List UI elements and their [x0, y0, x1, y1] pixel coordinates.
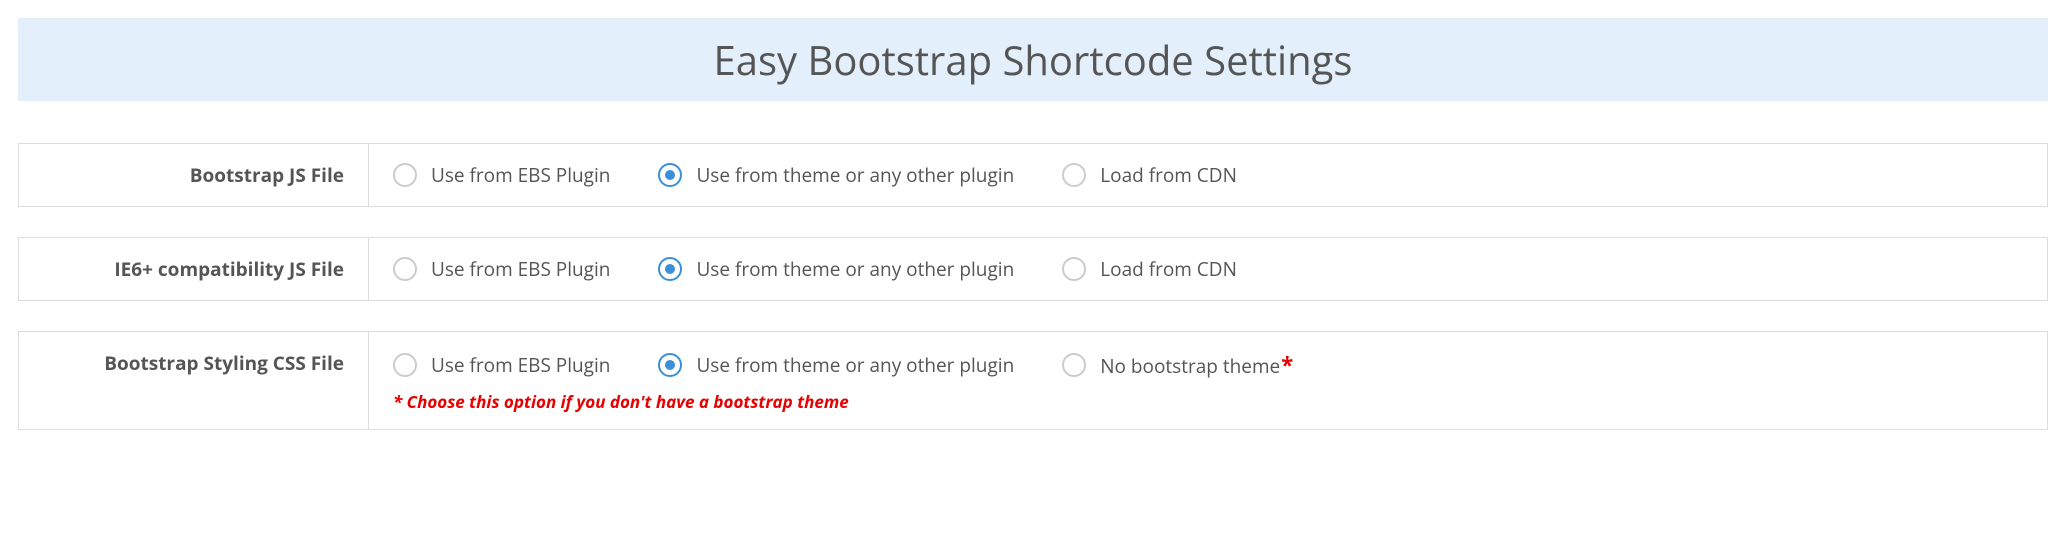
setting-options: Use from EBS Plugin Use from theme or an…	[369, 238, 2047, 300]
radio-option-ebs-plugin[interactable]: Use from EBS Plugin	[393, 162, 610, 188]
radio-icon	[658, 353, 682, 377]
title-banner: Easy Bootstrap Shortcode Settings	[18, 18, 2048, 101]
setting-row-bootstrap-css: Bootstrap Styling CSS File Use from EBS …	[18, 331, 2048, 430]
asterisk-icon: *	[1281, 350, 1293, 380]
radio-icon	[658, 163, 682, 187]
setting-label: Bootstrap Styling CSS File	[19, 332, 369, 429]
options-row: Use from EBS Plugin Use from theme or an…	[393, 162, 2023, 188]
setting-label: IE6+ compatibility JS File	[19, 238, 369, 300]
radio-option-cdn[interactable]: Load from CDN	[1062, 162, 1237, 188]
radio-icon	[1062, 353, 1086, 377]
radio-icon	[393, 257, 417, 281]
radio-icon	[1062, 163, 1086, 187]
setting-options: Use from EBS Plugin Use from theme or an…	[369, 332, 2047, 429]
page-title: Easy Bootstrap Shortcode Settings	[18, 32, 2048, 87]
option-label: Load from CDN	[1100, 256, 1237, 282]
option-label: Use from theme or any other plugin	[696, 352, 1014, 378]
footnote-text: * Choose this option if you don't have a…	[393, 390, 2023, 413]
setting-label: Bootstrap JS File	[19, 144, 369, 206]
radio-option-ebs-plugin[interactable]: Use from EBS Plugin	[393, 352, 610, 378]
option-label: Use from theme or any other plugin	[696, 162, 1014, 188]
setting-label-text: Bootstrap JS File	[190, 162, 344, 188]
radio-option-no-theme[interactable]: No bootstrap theme*	[1062, 350, 1293, 380]
setting-row-ie6-compat: IE6+ compatibility JS File Use from EBS …	[18, 237, 2048, 301]
option-label: Use from theme or any other plugin	[696, 256, 1014, 282]
option-label: Load from CDN	[1100, 162, 1237, 188]
option-label: Use from EBS Plugin	[431, 352, 610, 378]
options-row: Use from EBS Plugin Use from theme or an…	[393, 350, 2023, 380]
radio-icon	[393, 163, 417, 187]
radio-option-ebs-plugin[interactable]: Use from EBS Plugin	[393, 256, 610, 282]
setting-label-text: IE6+ compatibility JS File	[114, 256, 344, 282]
option-label: Use from EBS Plugin	[431, 162, 610, 188]
setting-label-text: Bootstrap Styling CSS File	[104, 350, 344, 376]
option-label: Use from EBS Plugin	[431, 256, 610, 282]
option-label: No bootstrap theme*	[1100, 350, 1293, 380]
radio-option-theme-plugin[interactable]: Use from theme or any other plugin	[658, 162, 1014, 188]
radio-option-cdn[interactable]: Load from CDN	[1062, 256, 1237, 282]
radio-icon	[393, 353, 417, 377]
radio-option-theme-plugin[interactable]: Use from theme or any other plugin	[658, 256, 1014, 282]
setting-row-bootstrap-js: Bootstrap JS File Use from EBS Plugin Us…	[18, 143, 2048, 207]
options-row: Use from EBS Plugin Use from theme or an…	[393, 256, 2023, 282]
radio-icon	[658, 257, 682, 281]
setting-options: Use from EBS Plugin Use from theme or an…	[369, 144, 2047, 206]
radio-option-theme-plugin[interactable]: Use from theme or any other plugin	[658, 352, 1014, 378]
radio-icon	[1062, 257, 1086, 281]
